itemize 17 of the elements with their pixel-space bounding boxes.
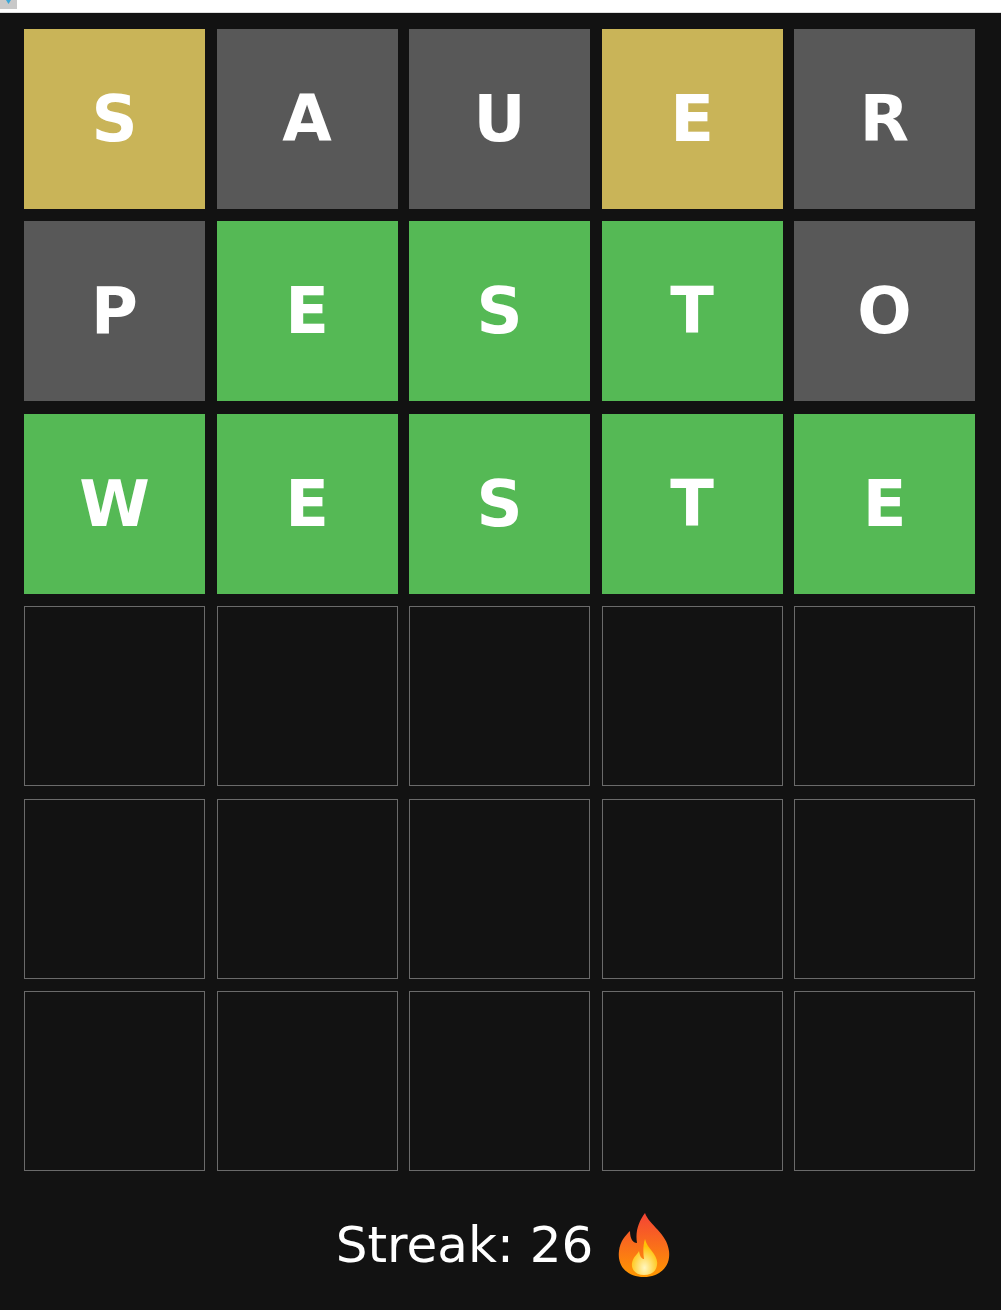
tab-icon: [0, 0, 17, 9]
letter-tile: S: [24, 29, 205, 209]
letter-tile: P: [24, 221, 205, 402]
letter-tile: T: [601, 221, 783, 402]
letter-tile: S: [409, 221, 590, 402]
letter-tile: T: [601, 413, 783, 594]
letter-tile: S: [409, 413, 590, 594]
streak-label: Streak: 26: [335, 1215, 594, 1274]
letter-tile: E: [794, 413, 975, 594]
letter-tile: E: [216, 413, 398, 594]
letter-tile: E: [601, 29, 783, 209]
letter-tile: O: [794, 221, 975, 402]
letter-tile: W: [24, 413, 205, 594]
letter-tile: E: [216, 221, 398, 402]
letter-tile: R: [794, 29, 975, 209]
letter-tile: U: [409, 29, 590, 209]
letter-tile: A: [216, 29, 398, 209]
